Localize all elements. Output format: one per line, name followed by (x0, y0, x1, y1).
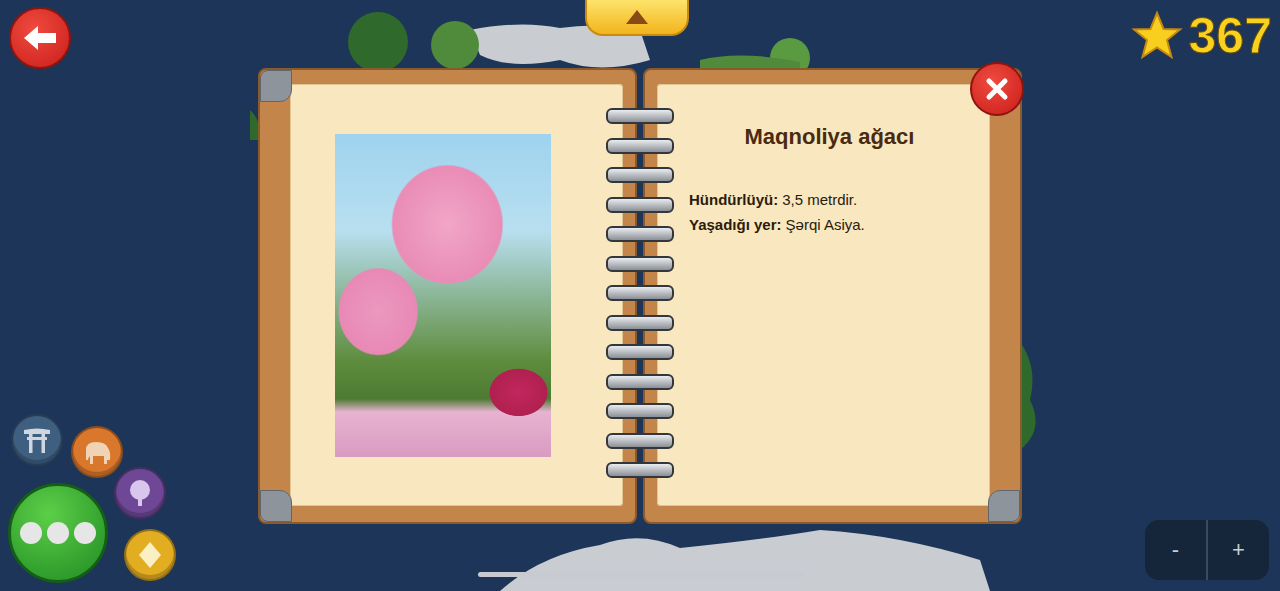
fact-row: Yaşadığı yer:Şərqi Asiya. (689, 215, 970, 235)
menu-button[interactable] (8, 483, 108, 583)
spiral-ring (606, 462, 674, 478)
category-button[interactable] (71, 426, 123, 478)
corner-mark (988, 490, 1020, 522)
spiral-ring (606, 344, 674, 360)
menu-dot (20, 522, 42, 544)
menu-dot (74, 522, 96, 544)
score-value: 367 (1189, 8, 1272, 64)
game-screen: 367 Maqnoliya ağacı Hündürlüyü:3,5 metrdir… (0, 0, 1280, 591)
spiral-ring (606, 256, 674, 272)
star-icon (1131, 11, 1183, 61)
fact-label: Yaşadığı yer: (689, 216, 782, 233)
spiral-ring (606, 226, 674, 242)
spiral-ring (606, 167, 674, 183)
fact-list: Hündürlüyü:3,5 metrdir.Yaşadığı yer:Şərq… (689, 190, 970, 235)
spiral-ring (606, 285, 674, 301)
category-button[interactable] (124, 529, 176, 581)
menu-dot (47, 522, 69, 544)
corner-mark (260, 70, 292, 102)
spiral-ring (606, 403, 674, 419)
zoom-in-button[interactable]: + (1208, 520, 1269, 580)
torii-icon (22, 426, 52, 454)
spiral-ring (606, 138, 674, 154)
triangle-up-icon (624, 8, 650, 26)
spiral-ring (606, 108, 674, 124)
fact-label: Hündürlüyü: (689, 191, 778, 208)
zoom-out-button[interactable]: - (1145, 520, 1206, 580)
category-button[interactable] (11, 414, 63, 466)
spiral-ring (606, 374, 674, 390)
spiral-ring (606, 433, 674, 449)
fact-value: Şərqi Asiya. (786, 216, 865, 233)
zoom-control: -+ (1145, 520, 1269, 580)
book-title: Maqnoliya ağacı (689, 124, 970, 152)
diamond-icon (137, 540, 163, 570)
arrow-left-icon (20, 22, 60, 54)
zoom-divider (1206, 520, 1208, 580)
info-book: Maqnoliya ağacıHündürlüyü:3,5 metrdir.Ya… (258, 68, 1022, 524)
left-cover (258, 68, 637, 524)
category-button[interactable] (114, 467, 166, 519)
elephant-icon (80, 438, 114, 466)
magnolia-photo (335, 134, 551, 457)
spiral-ring (606, 315, 674, 331)
right-page: Maqnoliya ağacıHündürlüyü:3,5 metrdir.Ya… (657, 84, 990, 506)
score-counter: 367 (1131, 8, 1272, 64)
spiral-binding (606, 108, 674, 478)
right-cover: Maqnoliya ağacıHündürlüyü:3,5 metrdir.Ya… (643, 68, 1022, 524)
back-button[interactable] (9, 7, 71, 69)
home-indicator (478, 572, 805, 577)
tree-icon (125, 478, 155, 508)
top-drawer-tab[interactable] (585, 0, 689, 36)
corner-mark (260, 490, 292, 522)
close-x-icon (984, 76, 1010, 102)
spiral-ring (606, 197, 674, 213)
close-button[interactable] (970, 62, 1024, 116)
fact-value: 3,5 metrdir. (782, 191, 857, 208)
fact-row: Hündürlüyü:3,5 metrdir. (689, 190, 970, 210)
left-page (290, 84, 623, 506)
